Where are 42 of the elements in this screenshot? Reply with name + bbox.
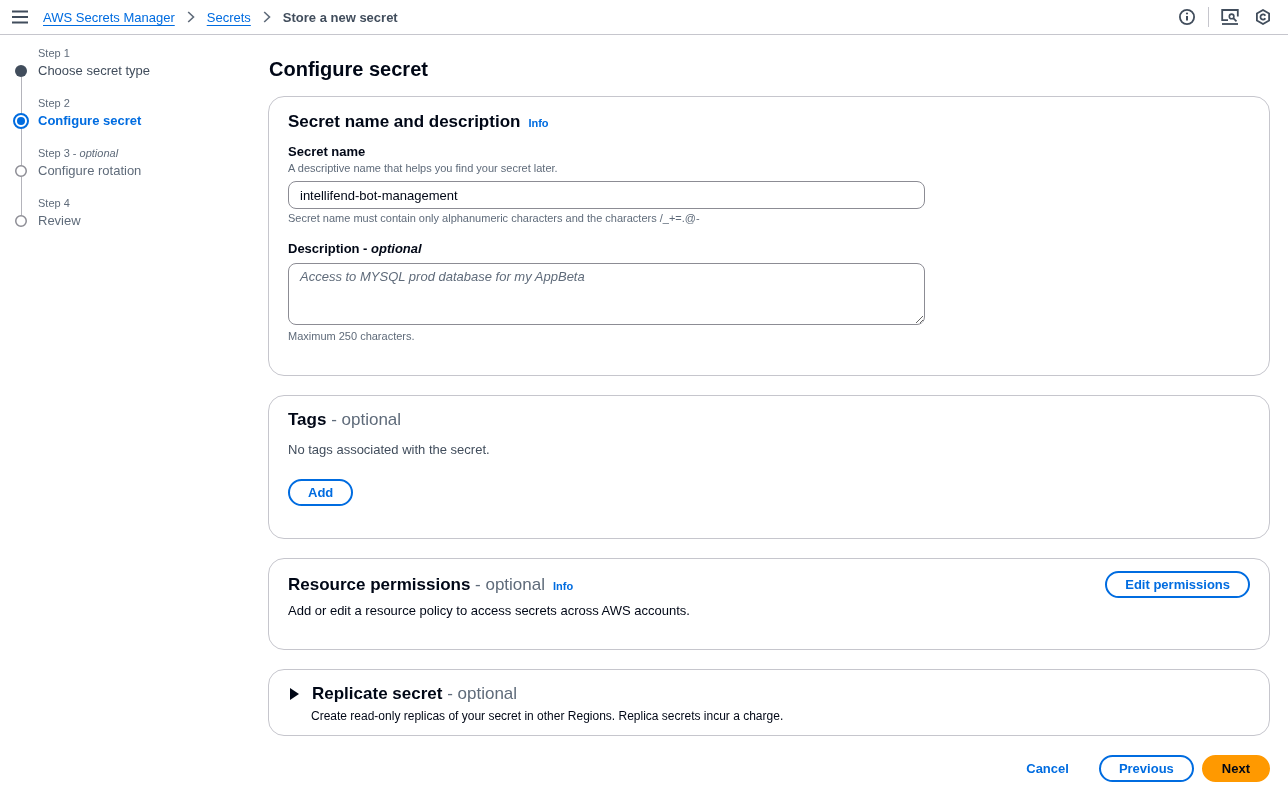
info-icon[interactable] [1179,9,1195,25]
chevron-right-icon [186,11,195,23]
field-description: A descriptive name that helps you find your secret later. [288,161,559,175]
hexagon-icon[interactable] [1255,9,1271,25]
panel-heading: Secret name and description [288,111,521,133]
step-connector [20,127,22,165]
info-link[interactable]: Info [528,117,549,129]
panel-description: Add or edit a resource policy to access secrets across AWS accounts. [288,602,691,620]
empty-tags-text: No tags associated with the secret. [288,441,491,459]
info-link[interactable]: Info [553,580,574,592]
step-title: Configure secret [38,112,143,130]
step-label: Step 4 [38,196,71,211]
step-title: Review [38,212,82,230]
field-constraint: Maximum 250 characters. [288,329,416,343]
primary-button[interactable]: Next [1201,755,1270,782]
step-title: Configure rotation [38,162,143,180]
step-label: Step 3 - optional [38,146,120,161]
panel-description: Create read-only replicas of your secret in other Regions. Replica secrets incur a charge. [311,708,785,724]
replicate-secret-toggle[interactable]: Replicate secret - optional [288,682,518,706]
panel-heading: Tags - optional [288,409,403,431]
breadcrumb-current: Store a new secret [282,9,398,25]
step-label: Step 2 [38,96,71,111]
page-title: Configure secret [269,57,429,82]
add-tag-button[interactable]: Add [288,479,354,506]
chevron-right-icon [262,11,271,23]
step-connector [20,77,22,115]
screen-search-icon[interactable] [1221,9,1239,25]
secret-name-input[interactable]: intellifend-bot-management [288,181,925,209]
panel-heading: Resource permissions - optional [288,573,545,596]
step-label: Step 1 [38,46,71,61]
breadcrumb-link[interactable]: Secrets [206,9,251,25]
field-label: Description - optional [288,240,423,258]
edit-permissions-button[interactable]: Edit permissions [1105,571,1250,598]
text-button[interactable]: Cancel [1006,755,1089,782]
menu-icon[interactable] [12,10,28,24]
field-label: Secret name [288,143,367,161]
step-title[interactable]: Choose secret type [38,61,268,81]
description-textarea[interactable]: Access to MYSQL prod database for my AppBeta [288,263,925,325]
step-connector [20,177,22,215]
outline-button[interactable]: Previous [1098,755,1194,782]
breadcrumb-link[interactable]: AWS Secrets Manager [43,9,175,25]
field-constraint: Secret name must contain only alphanumeric characters and the characters /_+=.@- [288,211,701,225]
